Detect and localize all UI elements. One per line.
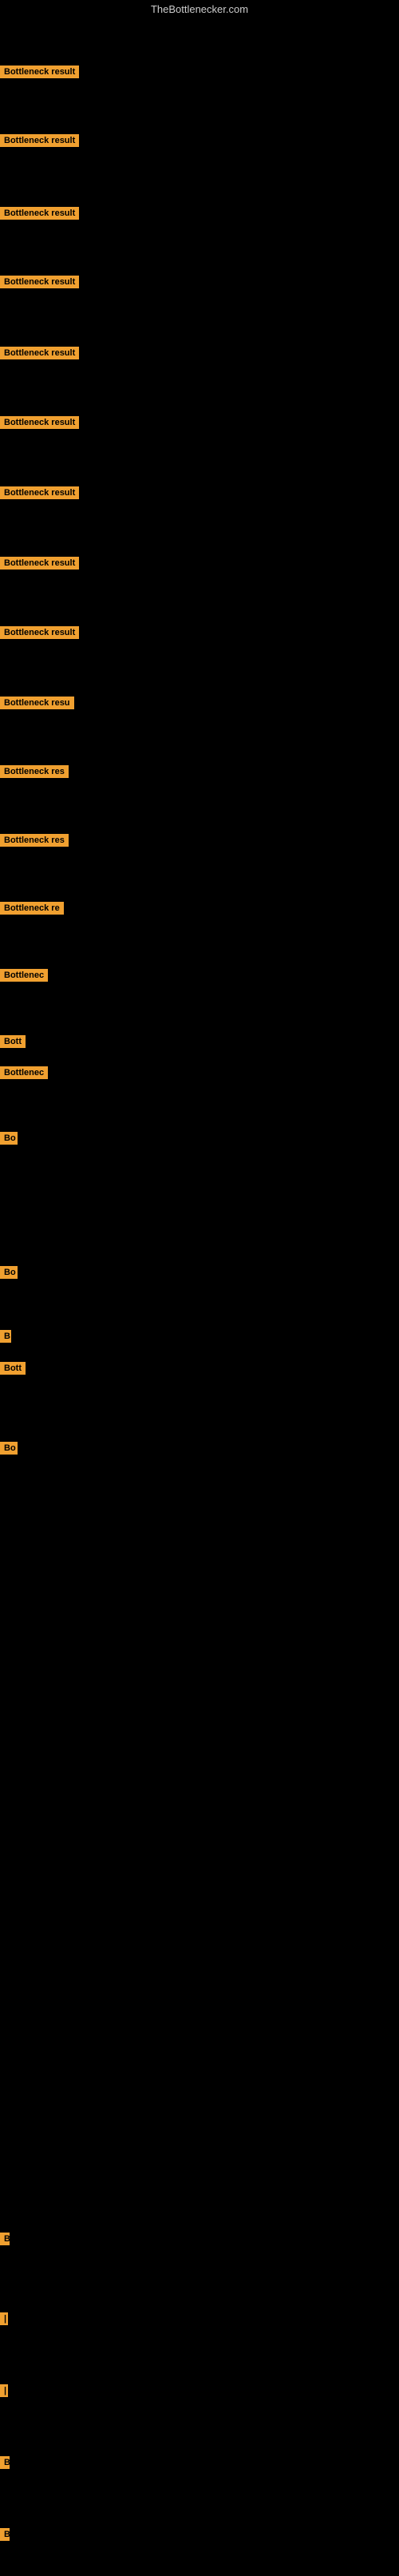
bottleneck-badge-12: Bottleneck re xyxy=(0,902,64,915)
bottleneck-badge-21: B xyxy=(0,2233,10,2245)
bottleneck-badge-17: Bo xyxy=(0,1266,18,1279)
bottleneck-badge-11: Bottleneck res xyxy=(0,834,69,847)
bottleneck-badge-1: Bottleneck result xyxy=(0,134,79,147)
bottleneck-badge-5: Bottleneck result xyxy=(0,416,79,429)
bottleneck-badge-25: B xyxy=(0,2528,10,2541)
bottleneck-badge-15: Bottlenec xyxy=(0,1066,48,1079)
bottleneck-badge-2: Bottleneck result xyxy=(0,207,79,220)
bottleneck-badge-24: B xyxy=(0,2456,10,2469)
bottleneck-badge-14: Bott xyxy=(0,1035,26,1048)
badges-container: Bottleneck result Bottleneck result Bottle… xyxy=(0,20,399,2576)
bottleneck-badge-19: Bott xyxy=(0,1362,26,1375)
bottleneck-badge-22: | xyxy=(0,2312,8,2325)
bottleneck-badge-9: Bottleneck resu xyxy=(0,697,74,709)
bottleneck-badge-6: Bottleneck result xyxy=(0,486,79,499)
bottleneck-badge-4: Bottleneck result xyxy=(0,347,79,359)
bottleneck-badge-8: Bottleneck result xyxy=(0,626,79,639)
bottleneck-badge-0: Bottleneck result xyxy=(0,65,79,78)
site-title: TheBottlenecker.com xyxy=(0,0,399,20)
bottleneck-badge-16: Bo xyxy=(0,1132,18,1145)
bottleneck-badge-10: Bottleneck res xyxy=(0,765,69,778)
bottleneck-badge-18: B xyxy=(0,1330,11,1343)
bottleneck-badge-20: Bo xyxy=(0,1442,18,1455)
bottleneck-badge-7: Bottleneck result xyxy=(0,557,79,570)
bottleneck-badge-23: | xyxy=(0,2384,8,2397)
bottleneck-badge-3: Bottleneck result xyxy=(0,276,79,288)
bottleneck-badge-13: Bottlenec xyxy=(0,969,48,982)
